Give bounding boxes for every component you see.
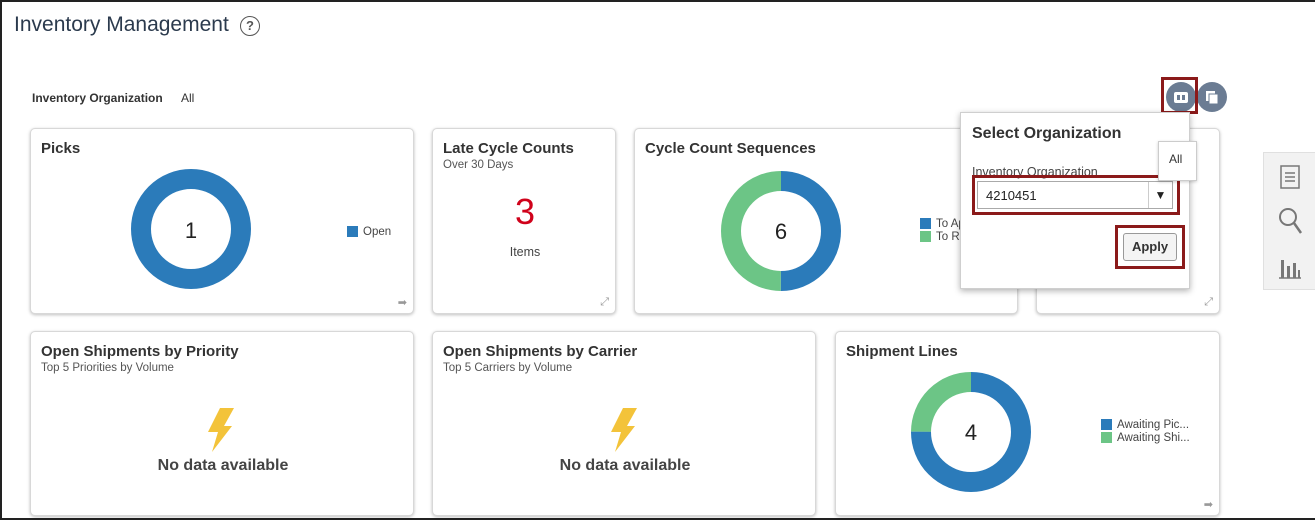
tile-title: Open Shipments by Carrier: [443, 343, 638, 360]
tile-title: Cycle Count Sequences: [645, 140, 816, 157]
popup-title: Select Organization: [972, 125, 1122, 142]
late-cycle-counts-tile[interactable]: Late Cycle Counts Over 30 Days 3 Items ⤢: [432, 128, 616, 314]
lightning-icon: [208, 408, 234, 452]
side-panel: [1263, 152, 1315, 290]
metric-value: 3: [514, 191, 536, 232]
legend-swatch: [1101, 432, 1112, 443]
legend: To Ap To R: [920, 217, 965, 243]
legend-swatch: [920, 218, 931, 229]
tile-title: Shipment Lines: [846, 343, 958, 360]
highlight-select: [972, 175, 1180, 215]
legend-item: To Ap: [920, 217, 965, 230]
search-button[interactable]: [1264, 199, 1315, 243]
legend-item: Awaiting Shi...: [1101, 431, 1190, 444]
donut-center-value: 6: [774, 219, 788, 244]
navigate-arrow-icon[interactable]: ➡: [1204, 498, 1213, 511]
donut-center-value: 4: [964, 420, 978, 445]
list-button[interactable]: [1264, 155, 1315, 199]
list-icon: [1280, 165, 1300, 189]
page-title: Inventory Management: [14, 13, 229, 36]
legend-item: To R: [920, 230, 965, 243]
legend-item: Open: [347, 225, 391, 238]
legend-swatch: [920, 231, 931, 242]
copy-button[interactable]: [1197, 82, 1227, 112]
analytics-button[interactable]: [1264, 245, 1315, 289]
open-shipments-priority-tile[interactable]: Open Shipments by Priority Top 5 Priorit…: [30, 331, 414, 516]
filter-value[interactable]: All: [181, 91, 194, 105]
legend: Awaiting Pic... Awaiting Shi...: [1101, 418, 1190, 444]
highlight-apply: [1115, 225, 1185, 269]
search-icon: [1279, 208, 1303, 234]
empty-state-text: No data available: [157, 457, 289, 474]
legend-label: Open: [363, 225, 392, 238]
legend-label: Awaiting Pic...: [1117, 418, 1190, 431]
tile-subtitle: Over 30 Days: [443, 159, 514, 171]
tile-subtitle: Top 5 Carriers by Volume: [443, 362, 573, 374]
picks-tile[interactable]: Picks 1 Open ➡: [30, 128, 414, 314]
legend-swatch: [1101, 419, 1112, 430]
tooltip: All: [1158, 141, 1197, 181]
donut-center-value: 1: [184, 218, 198, 243]
tile-title: Open Shipments by Priority: [41, 343, 239, 360]
help-icon[interactable]: ?: [240, 16, 260, 36]
tile-title: Picks: [41, 140, 81, 157]
tile-subtitle: Top 5 Priorities by Volume: [41, 362, 174, 374]
filter-label: Inventory Organization: [32, 91, 163, 105]
legend: Open: [347, 225, 391, 238]
legend-swatch: [347, 226, 358, 237]
metric-unit: Items: [509, 245, 541, 259]
expand-icon[interactable]: ⤢: [1204, 296, 1213, 309]
highlight-org-button: [1161, 77, 1198, 114]
lightning-icon: [611, 408, 637, 452]
copy-icon: [1206, 91, 1219, 105]
legend-label: Awaiting Shi...: [1117, 431, 1190, 444]
bar-chart-icon: [1279, 260, 1301, 279]
legend-item: Awaiting Pic...: [1101, 418, 1190, 431]
expand-icon[interactable]: ⤢: [600, 296, 609, 309]
navigate-arrow-icon[interactable]: ➡: [398, 296, 407, 309]
open-shipments-carrier-tile[interactable]: Open Shipments by Carrier Top 5 Carriers…: [432, 331, 816, 516]
empty-state-text: No data available: [559, 457, 691, 474]
legend-label: To R: [936, 230, 960, 243]
tile-title: Late Cycle Counts: [443, 140, 574, 157]
shipment-lines-tile[interactable]: Shipment Lines 4 Awaiting Pic... Awaitin…: [835, 331, 1220, 516]
